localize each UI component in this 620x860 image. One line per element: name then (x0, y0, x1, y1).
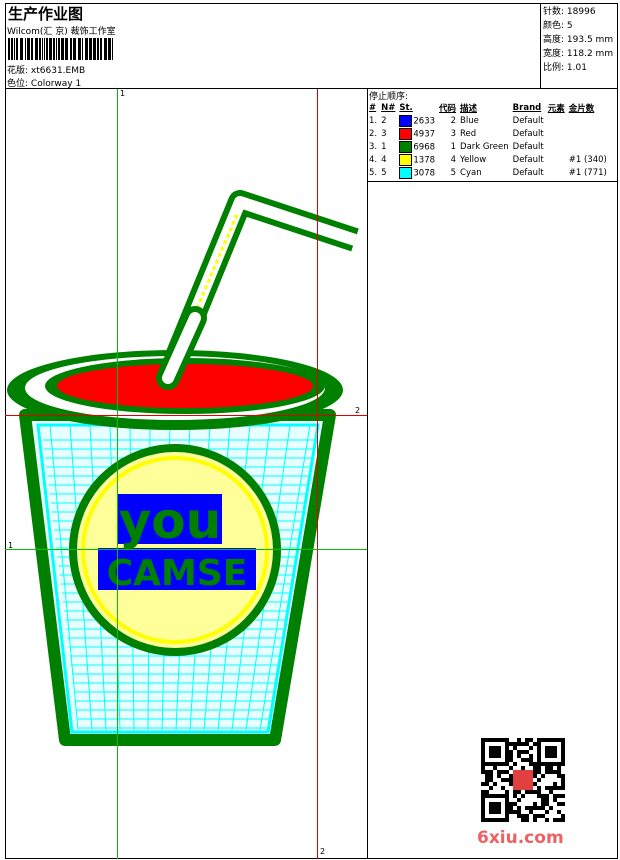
color-swatch (399, 166, 413, 179)
logo-line1: you (119, 492, 222, 550)
qr-code-icon (481, 738, 565, 822)
info-colors: 颜色: 5 (543, 21, 573, 31)
barcode (8, 38, 113, 60)
table-row: 2. 3 4937 3 Red Default (369, 127, 544, 140)
colorway: 色位: Colorway 1 (7, 79, 82, 89)
column-header: 元素 (547, 103, 565, 114)
design-file: 花版: xt6631.EMB (7, 66, 86, 76)
column-header: 代码 (439, 103, 457, 114)
color-swatch (399, 127, 413, 140)
stop-sequence-table: # N# St. 代码 描述 Brand 元素 金片数 1. 2 2633 2 Blue Defa… (367, 101, 609, 179)
column-header: 描述 (460, 103, 478, 114)
divider (367, 88, 368, 859)
info-stitches: 针数: 18996 (543, 7, 596, 17)
lid-top (57, 364, 313, 408)
guide-label: 1 (8, 541, 14, 550)
table-row: 5. 5 3078 5 Cyan Default #1 (771) (369, 166, 607, 179)
column-header: 金片数 (568, 103, 595, 114)
info-height: 高度: 193.5 mm (543, 35, 614, 45)
table-row: 4. 4 1378 4 Yellow Default #1 (340) (369, 153, 607, 166)
column-header: St. (399, 102, 413, 113)
column-header: # (369, 102, 377, 113)
info-width: 宽度: 118.2 mm (543, 49, 614, 59)
guide-vertical-2 (317, 89, 318, 859)
guide-horizontal-2 (5, 415, 367, 416)
table-row: 3. 1 6968 1 Dark Green Default (369, 140, 544, 153)
production-sheet: 生产作业图 Wilcom(汇 京) 裁饰工作室 花版: xt6631.EMB 色… (0, 0, 620, 860)
column-header: N# (381, 102, 396, 113)
info-list: 针数: 18996 颜色: 5 高度: 193.5 mm 宽度: 118.2 m… (543, 5, 613, 75)
info-scale: 比例: 1.01 (543, 63, 587, 73)
design-preview: you CAMSE (7, 190, 359, 746)
table-row: 1. 2 2633 2 Blue Default (369, 114, 544, 127)
guide-label: 1 (120, 89, 126, 98)
guide-horizontal-1 (5, 549, 367, 550)
watermark-text: 6xiu.com (477, 828, 564, 848)
guide-label: 2 (355, 406, 361, 415)
color-swatch (399, 114, 413, 127)
column-header: Brand (512, 102, 542, 113)
page-title: 生产作业图 (8, 5, 84, 23)
guide-vertical-1 (117, 89, 118, 859)
guide-label: 2 (320, 847, 326, 856)
color-swatch (399, 153, 413, 166)
company-name: Wilcom(汇 京) 裁饰工作室 (7, 27, 116, 37)
color-swatch (399, 140, 413, 153)
logo-line2: CAMSE (107, 553, 248, 594)
